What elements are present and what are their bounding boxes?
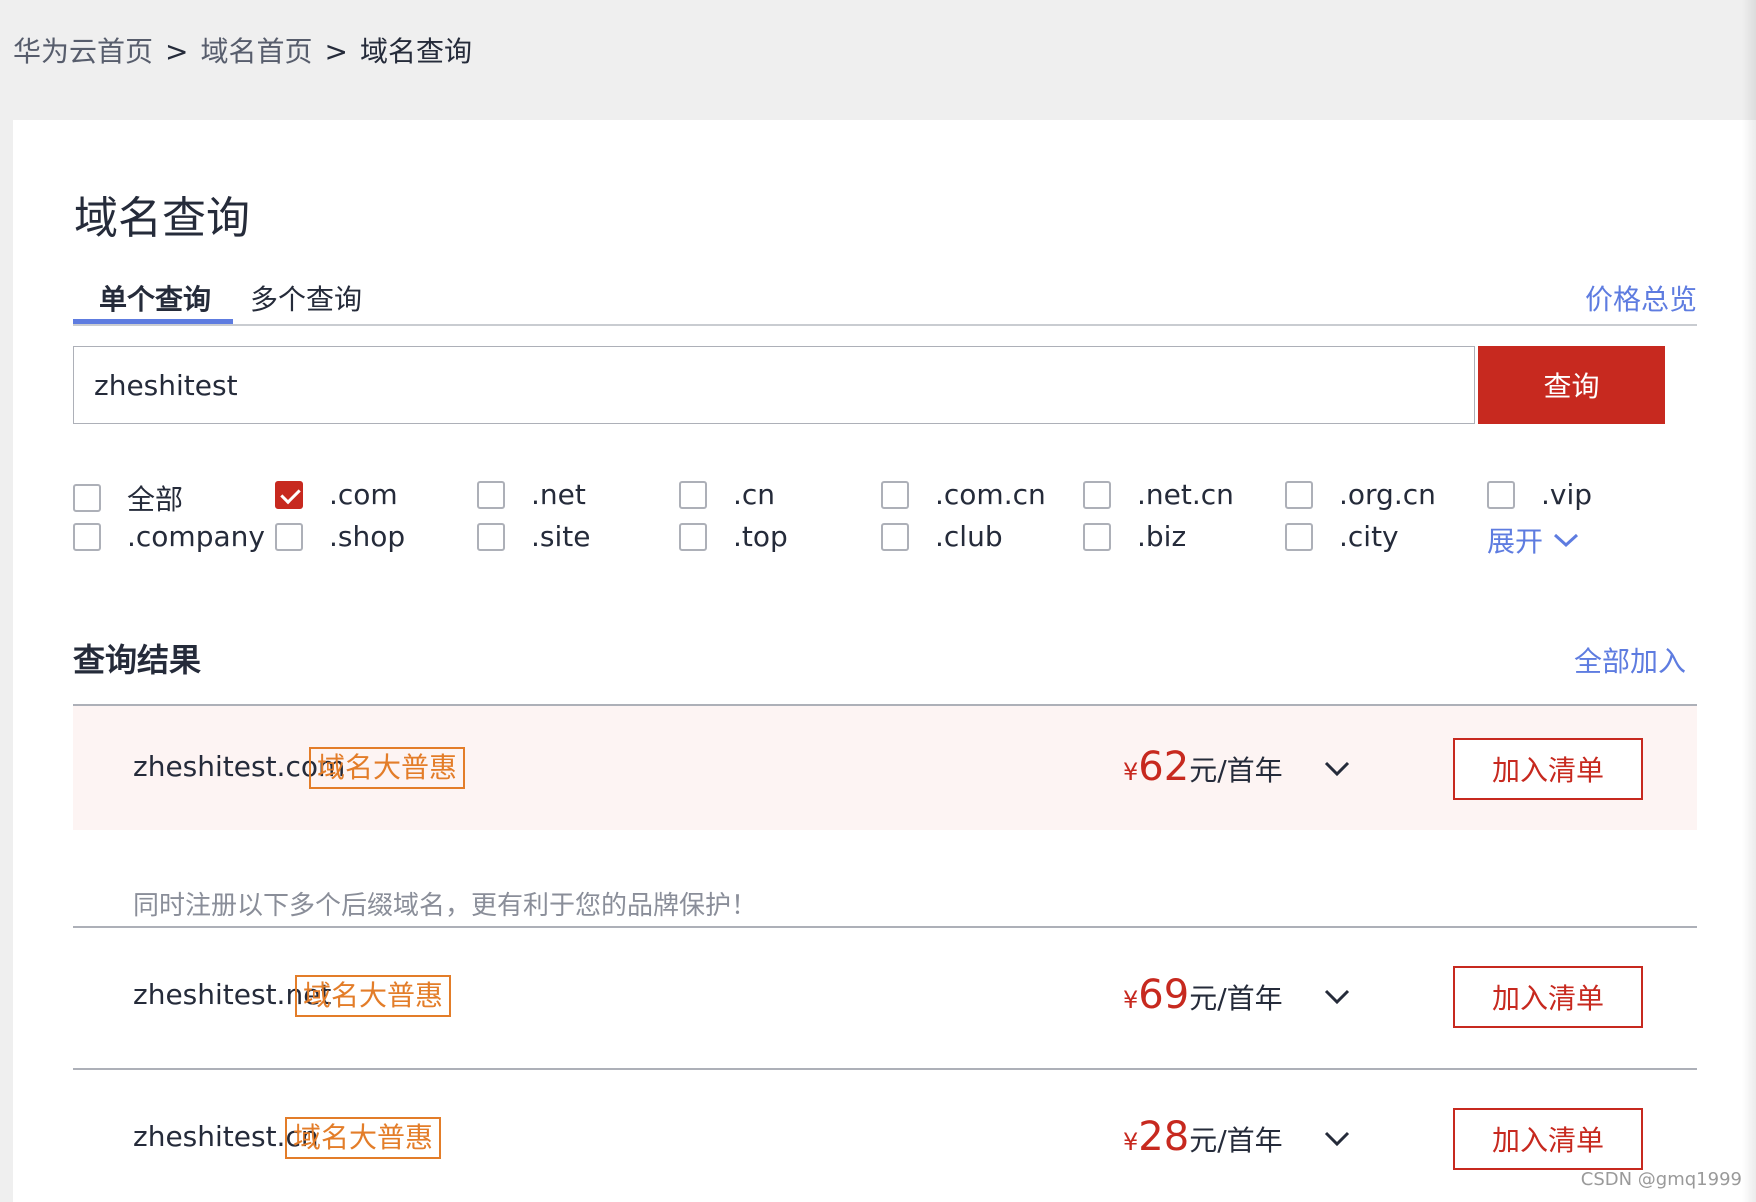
checkbox[interactable] bbox=[1285, 480, 1313, 509]
checkbox[interactable] bbox=[881, 480, 909, 509]
tld-label: .company bbox=[127, 520, 265, 553]
promo-badge: 域名大普惠 bbox=[285, 1117, 442, 1159]
tld-label: .com.cn bbox=[935, 478, 1046, 511]
checkbox[interactable] bbox=[1083, 480, 1111, 509]
page-title: 域名查询 bbox=[74, 193, 250, 244]
tld-option-org-cn[interactable]: .org.cn bbox=[1285, 478, 1436, 511]
checkbox[interactable] bbox=[1487, 480, 1515, 509]
tld-label: .net.cn bbox=[1137, 478, 1234, 511]
currency-symbol: ¥ bbox=[1123, 986, 1139, 1014]
multi-suffix-hint: 同时注册以下多个后缀域名，更有利于您的品牌保护！ bbox=[133, 891, 758, 921]
tld-option-city[interactable]: .city bbox=[1285, 520, 1399, 553]
tld-option-site[interactable]: .site bbox=[477, 520, 590, 553]
tab-single-query[interactable]: 单个查询 bbox=[99, 278, 211, 318]
add-all-link[interactable]: 全部加入 bbox=[1574, 640, 1686, 680]
currency-symbol: ¥ bbox=[1123, 1128, 1139, 1156]
breadcrumb-separator: > bbox=[165, 35, 189, 68]
chevron-down-icon[interactable] bbox=[1323, 988, 1351, 1006]
tld-option-net[interactable]: .net bbox=[477, 478, 586, 511]
tld-label: .site bbox=[531, 520, 591, 553]
checkbox[interactable] bbox=[881, 522, 909, 551]
tld-option-vip[interactable]: .vip bbox=[1487, 478, 1592, 511]
chevron-down-icon bbox=[1554, 533, 1579, 548]
price-amount: 69 bbox=[1138, 972, 1190, 1018]
main-card: 域名查询 单个查询 多个查询 价格总览 查询 全部 .com .net .cn … bbox=[13, 120, 1756, 1202]
price-amount: 62 bbox=[1138, 744, 1190, 790]
tld-option-net-cn[interactable]: .net.cn bbox=[1083, 478, 1234, 511]
expand-tlds-button[interactable]: 展开 bbox=[1487, 520, 1579, 560]
tld-label: 全部 bbox=[127, 483, 184, 516]
breadcrumb: 华为云首页 > 域名首页 > 域名查询 bbox=[13, 30, 472, 70]
tld-option-biz[interactable]: .biz bbox=[1083, 520, 1186, 553]
checkbox[interactable] bbox=[679, 480, 707, 509]
query-tabs: 单个查询 多个查询 价格总览 bbox=[73, 278, 1697, 326]
price: ¥69元/首年 bbox=[1123, 972, 1283, 1018]
results-title: 查询结果 bbox=[73, 641, 202, 679]
watermark: CSDN @gmq1999 bbox=[1580, 1169, 1742, 1190]
currency-symbol: ¥ bbox=[1123, 758, 1139, 786]
tld-option-com[interactable]: .com bbox=[275, 478, 398, 511]
price-unit: 元/首年 bbox=[1189, 754, 1283, 787]
checkbox[interactable] bbox=[1083, 522, 1111, 551]
breadcrumb-item-domain-home[interactable]: 域名首页 bbox=[200, 35, 312, 68]
breadcrumb-item-current: 域名查询 bbox=[359, 35, 472, 68]
active-tab-indicator bbox=[73, 319, 233, 324]
tld-option-all[interactable]: 全部 bbox=[73, 478, 183, 518]
chevron-down-icon[interactable] bbox=[1323, 760, 1351, 778]
tld-label: .net bbox=[531, 478, 586, 511]
checkbox[interactable] bbox=[73, 484, 101, 512]
checkbox[interactable] bbox=[73, 522, 101, 551]
add-to-list-button[interactable]: 加入清单 bbox=[1453, 1108, 1643, 1170]
tab-multi-query[interactable]: 多个查询 bbox=[250, 278, 362, 318]
tld-label: .biz bbox=[1137, 520, 1187, 553]
tld-option-top[interactable]: .top bbox=[679, 520, 788, 553]
breadcrumb-separator: > bbox=[324, 35, 348, 68]
tld-label: .cn bbox=[733, 478, 776, 511]
checkbox[interactable] bbox=[477, 480, 505, 509]
price-unit: 元/首年 bbox=[1189, 1124, 1283, 1157]
tld-label: .city bbox=[1339, 520, 1399, 553]
breadcrumb-item-huaweicloud-home[interactable]: 华为云首页 bbox=[13, 35, 153, 68]
price-overview-link[interactable]: 价格总览 bbox=[1585, 278, 1697, 318]
checkbox[interactable] bbox=[1285, 522, 1313, 551]
checkbox-checked[interactable] bbox=[275, 480, 303, 509]
add-to-list-button[interactable]: 加入清单 bbox=[1453, 966, 1643, 1028]
tld-label: .com bbox=[329, 478, 398, 511]
tld-label: .top bbox=[733, 520, 788, 553]
search-button[interactable]: 查询 bbox=[1478, 346, 1665, 424]
checkbox[interactable] bbox=[275, 522, 303, 551]
tld-label: .club bbox=[935, 520, 1003, 553]
promo-badge: 域名大普惠 bbox=[295, 975, 452, 1017]
tld-option-com-cn[interactable]: .com.cn bbox=[881, 478, 1046, 511]
result-row: zheshitest.net 域名大普惠 ¥69元/首年 加入清单 bbox=[73, 928, 1697, 1068]
price: ¥28元/首年 bbox=[1123, 1114, 1283, 1160]
tld-filter-grid: 全部 .com .net .cn .com.cn .net.cn .org.cn bbox=[73, 478, 1693, 562]
price-unit: 元/首年 bbox=[1189, 982, 1283, 1015]
result-row: zheshitest.com 域名大普惠 ¥62元/首年 加入清单 bbox=[73, 706, 1697, 830]
result-row: zheshitest.cn 域名大普惠 ¥28元/首年 加入清单 bbox=[73, 1070, 1697, 1202]
price-amount: 28 bbox=[1138, 1114, 1190, 1160]
tld-option-cn[interactable]: .cn bbox=[679, 478, 775, 511]
scroll-edge-shadow bbox=[1742, 0, 1756, 1202]
chevron-down-icon[interactable] bbox=[1323, 1130, 1351, 1148]
promo-badge: 域名大普惠 bbox=[309, 747, 466, 789]
add-to-list-button[interactable]: 加入清单 bbox=[1453, 738, 1643, 800]
expand-label: 展开 bbox=[1487, 525, 1544, 558]
tld-label: .shop bbox=[329, 520, 406, 553]
tld-option-company[interactable]: .company bbox=[73, 520, 265, 553]
domain-search-input[interactable] bbox=[73, 346, 1475, 424]
price: ¥62元/首年 bbox=[1123, 744, 1283, 790]
checkbox[interactable] bbox=[679, 522, 707, 551]
tld-label: .org.cn bbox=[1339, 478, 1436, 511]
tld-option-club[interactable]: .club bbox=[881, 520, 1003, 553]
tld-option-shop[interactable]: .shop bbox=[275, 520, 405, 553]
checkbox[interactable] bbox=[477, 522, 505, 551]
tld-label: .vip bbox=[1541, 478, 1593, 511]
